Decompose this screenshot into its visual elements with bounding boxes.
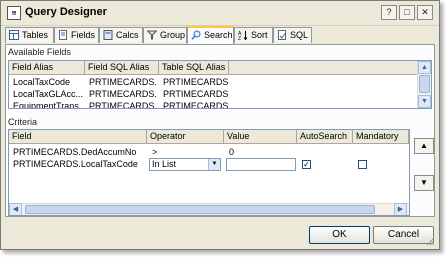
tab-tables[interactable]: Tables [5, 27, 54, 43]
tab-group[interactable]: Group [143, 27, 187, 43]
tab-calcs-label: Calcs [116, 30, 139, 40]
sort-icon: AZ [238, 31, 248, 40]
criteria-column-headers: Field Operator Value AutoSearch Mandator… [9, 130, 409, 144]
column-field-sql-alias[interactable]: Field SQL Alias [85, 61, 159, 74]
tables-icon [9, 30, 19, 40]
scroll-up-icon[interactable]: ▲ [418, 61, 431, 74]
tab-fields-label: Fields [71, 30, 96, 40]
available-fields-grid[interactable]: Field Alias Field SQL Alias Table SQL Al… [8, 60, 432, 109]
field-alias-cell: LocalTaxCode [13, 77, 71, 87]
field-alias-cell: LocalTaxGLAcc... [13, 89, 83, 99]
tab-tables-label: Tables [22, 30, 49, 40]
table-sql-alias-cell: PRTIMECARDS [163, 77, 229, 87]
ok-button[interactable]: OK [309, 226, 370, 244]
sql-icon [278, 30, 286, 40]
scroll-right-icon[interactable]: ▶ [394, 203, 407, 215]
tab-fields[interactable]: Fields [54, 27, 99, 43]
available-fields-vertical-scrollbar[interactable]: ▲ ▼ [417, 61, 431, 108]
column-value[interactable]: Value [224, 130, 297, 143]
tab-sql[interactable]: SQL [273, 27, 312, 43]
available-fields-column-headers: Field Alias Field SQL Alias Table SQL Al… [9, 61, 431, 75]
criteria-grid[interactable]: Field Operator Value AutoSearch Mandator… [8, 129, 410, 216]
column-field[interactable]: Field [9, 130, 147, 143]
column-table-sql-alias[interactable]: Table SQL Alias [159, 61, 229, 74]
table-sql-alias-cell: PRTIMECARDS [163, 101, 229, 108]
criteria-horizontal-scrollbar[interactable]: ◀ ▶ [9, 203, 409, 215]
resize-grip-icon[interactable] [425, 236, 435, 246]
scroll-thumb[interactable] [419, 75, 430, 93]
criteria-value-cell: 0 [229, 147, 235, 157]
chevron-down-icon[interactable]: ▼ [208, 159, 220, 170]
help-button[interactable]: ? [381, 5, 397, 20]
close-button[interactable]: ✕ [417, 5, 433, 20]
criteria-field-cell: PRTIMECARDS.DedAccumNo [13, 147, 137, 157]
scroll-left-icon[interactable]: ◀ [9, 203, 22, 215]
scroll-down-icon[interactable]: ▼ [418, 95, 431, 108]
criteria-header: Criteria [8, 117, 38, 127]
tab-search[interactable]: Search [187, 26, 234, 44]
available-fields-header: Available Fields [8, 47, 71, 57]
operator-dropdown-value: In List [152, 159, 177, 169]
window-title: Query Designer [25, 6, 107, 18]
field-sql-alias-cell: PRTIMECARDS... [89, 89, 157, 99]
tab-sort-label: Sort [251, 30, 268, 40]
calcs-icon [103, 30, 113, 40]
query-designer-window: ⊞ Query Designer ? □ ✕ Tables Fields Cal… [0, 0, 440, 250]
move-up-button[interactable]: ▲ [414, 138, 434, 154]
group-icon [147, 30, 157, 40]
autosearch-checkbox[interactable]: ✓ [302, 160, 311, 169]
operator-dropdown[interactable]: In List ▼ [149, 158, 221, 171]
move-down-button[interactable]: ▼ [414, 175, 434, 191]
maximize-button[interactable]: □ [399, 5, 415, 20]
svg-text:Z: Z [238, 36, 241, 40]
tab-group-label: Group [160, 30, 186, 40]
tab-calcs[interactable]: Calcs [99, 27, 143, 43]
field-sql-alias-cell: PRTIMECARDS... [89, 77, 157, 87]
column-autosearch[interactable]: AutoSearch [297, 130, 353, 143]
search-tab-panel: Available Fields Field Alias Field SQL A… [5, 44, 435, 217]
tab-sql-label: SQL [290, 30, 309, 40]
criteria-field-cell: PRTIMECARDS.LocalTaxCode [13, 159, 138, 169]
column-field-alias[interactable]: Field Alias [9, 61, 85, 74]
scroll-thumb[interactable] [25, 205, 375, 214]
search-icon [191, 30, 201, 40]
column-operator[interactable]: Operator [147, 130, 224, 143]
field-alias-cell: EquipmentTrans... [13, 101, 83, 108]
criteria-operator-cell: > [152, 147, 158, 157]
mandatory-checkbox[interactable] [358, 160, 367, 169]
tab-sort[interactable]: A Z Sort [234, 27, 273, 43]
fields-icon [59, 30, 67, 40]
field-sql-alias-cell: PRTIMECARDS... [89, 101, 157, 108]
value-input[interactable] [226, 158, 296, 171]
title-bar[interactable]: ⊞ Query Designer ? □ ✕ [1, 1, 439, 26]
query-designer-icon: ⊞ [7, 6, 21, 20]
table-sql-alias-cell: PRTIMECARDS [163, 89, 229, 99]
column-mandatory[interactable]: Mandatory [353, 130, 409, 143]
tab-search-label: Search [204, 30, 233, 40]
